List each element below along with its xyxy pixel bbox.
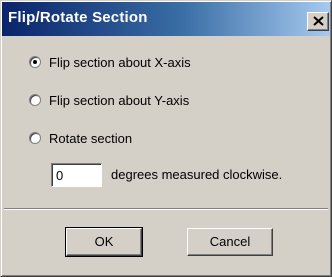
radio-label-flip-y: Flip section about Y-axis bbox=[49, 92, 190, 108]
close-button[interactable] bbox=[307, 12, 329, 31]
ok-button[interactable]: OK bbox=[65, 227, 143, 257]
degrees-input[interactable] bbox=[51, 163, 102, 187]
radio-rotate-section[interactable]: Rotate section bbox=[29, 129, 132, 147]
radio-flip-x-axis[interactable]: Flip section about X-axis bbox=[29, 53, 191, 71]
radio-button[interactable] bbox=[29, 132, 41, 144]
radio-button[interactable] bbox=[29, 94, 41, 106]
window-title: Flip/Rotate Section bbox=[8, 9, 148, 26]
degrees-unit-label: degrees measured clockwise. bbox=[111, 167, 283, 182]
radio-button-checked[interactable] bbox=[29, 56, 41, 68]
close-icon bbox=[313, 16, 324, 26]
title-bar[interactable]: Flip/Rotate Section bbox=[2, 2, 330, 36]
radio-label-flip-x: Flip section about X-axis bbox=[49, 54, 191, 70]
radio-label-rotate: Rotate section bbox=[49, 130, 133, 146]
separator bbox=[4, 208, 328, 210]
cancel-button[interactable]: Cancel bbox=[187, 228, 273, 256]
radio-flip-y-axis[interactable]: Flip section about Y-axis bbox=[29, 91, 189, 109]
flip-rotate-dialog: Flip/Rotate Section Flip section about X… bbox=[0, 0, 332, 277]
